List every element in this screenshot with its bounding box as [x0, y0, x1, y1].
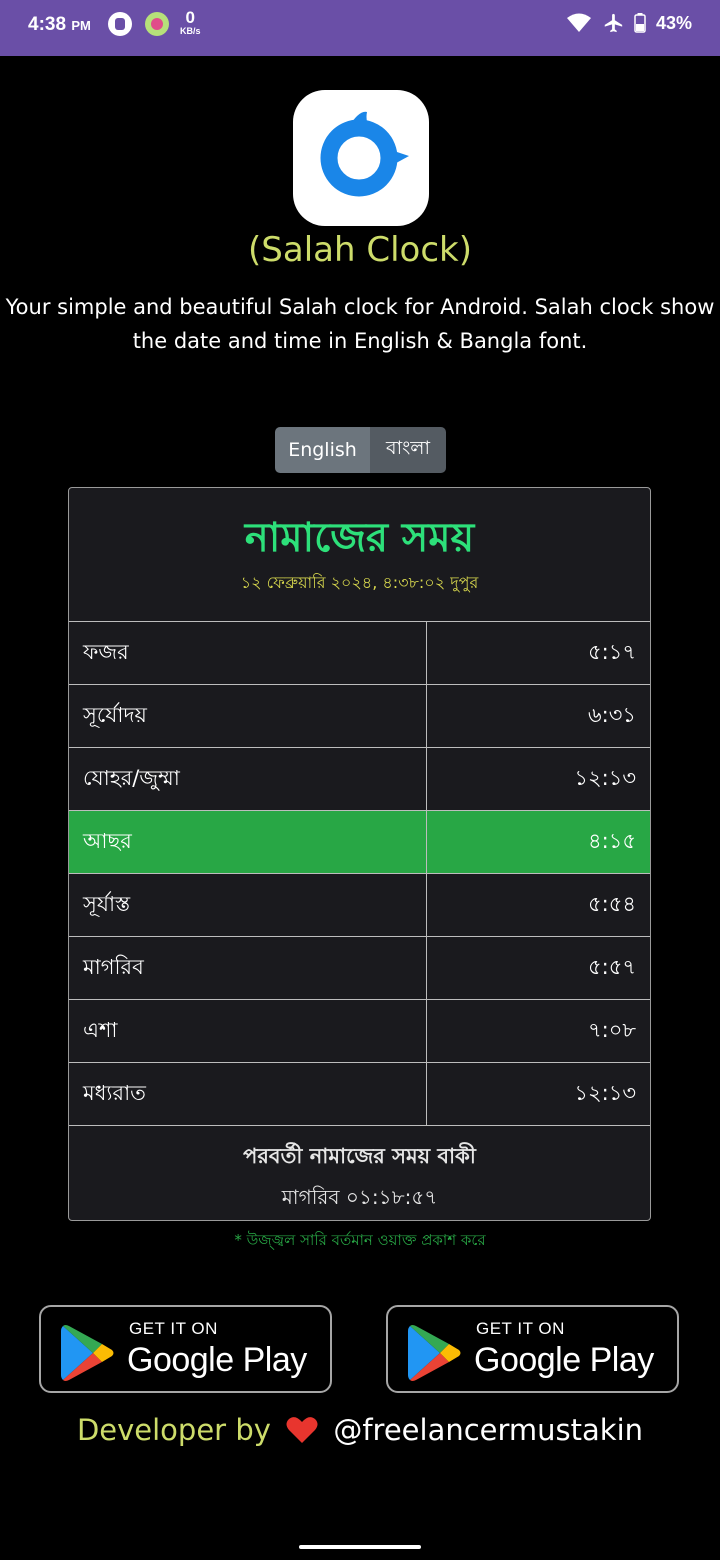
card-title: নামাজের সময়: [244, 515, 475, 561]
google-play-button[interactable]: GET IT ON Google Play: [386, 1305, 679, 1393]
prayer-time: ১২:১৩: [574, 1080, 636, 1105]
prayer-table: ফজর ৫:১৭ সূর্যোদয় ৬:৩১ যোহর/জুম্মা ১২:১…: [69, 621, 650, 1125]
status-right: 43%: [566, 12, 692, 34]
heart-icon: [286, 1417, 318, 1443]
prayer-row-maghrib: মাগরিব ৫:৫৭: [69, 936, 650, 999]
prayer-name: মধ্যরাত: [69, 1063, 427, 1125]
prayer-name: সূর্যোদয়: [69, 685, 427, 747]
compass-icon: [320, 111, 409, 197]
notification-badge-icon: [145, 12, 169, 36]
prayer-name: মাগরিব: [69, 937, 427, 999]
next-prayer-value: মাগরিব ০১:১৮:৫৭: [281, 1185, 438, 1209]
bangla-button[interactable]: বাংলা: [370, 427, 446, 473]
app-name: (Salah Clock): [248, 230, 472, 270]
prayer-time: ৪:১৫: [588, 828, 636, 853]
developer-prefix: Developer by: [76, 1413, 271, 1447]
prayer-times-card: নামাজের সময় ১২ ফেব্রুয়ারি ২০২৪, ৪:৩৮:০…: [68, 487, 651, 1221]
play-small-text: GET IT ON: [476, 1319, 565, 1338]
app-logo: [293, 90, 429, 226]
status-time-value: 4:38: [28, 14, 67, 35]
app-description: Your simple and beautiful Salah clock fo…: [5, 295, 715, 353]
battery-icon: [634, 13, 646, 33]
prayer-row-sunrise: সূর্যোদয় ৬:৩১: [69, 684, 650, 747]
network-speed: 0 KB/s: [180, 9, 201, 36]
airplane-icon: [604, 13, 623, 33]
network-speed-unit: KB/s: [180, 26, 201, 36]
language-toggle: English বাংলা: [275, 427, 446, 473]
google-play-icon: [61, 1325, 114, 1381]
prayer-name: আছর: [69, 811, 427, 873]
prayer-name: ফজর: [69, 622, 427, 684]
prayer-time: ৫:১৭: [588, 639, 636, 664]
prayer-time: ৭:০৮: [587, 1017, 636, 1042]
play-small-text: GET IT ON: [129, 1319, 218, 1338]
next-prayer-countdown: পরবর্তী নামাজের সময় বাকী মাগরিব ০১:১৮:৫…: [69, 1125, 650, 1220]
next-prayer-label: পরবর্তী নামাজের সময় বাকী: [243, 1144, 476, 1168]
prayer-row-midnight: মধ্যরাত ১২:১৩: [69, 1062, 650, 1125]
developer-credit: Developer by @freelancermustakin: [0, 1413, 720, 1447]
prayer-time: ৫:৫৭: [588, 954, 636, 979]
prayer-row-sunset: সূর্যাস্ত ৫:৫৪: [69, 873, 650, 936]
play-big-text: Google Play: [127, 1341, 307, 1379]
network-speed-value: 0: [185, 8, 195, 27]
status-bar: 4:38 PM 0 KB/s 43%: [0, 0, 720, 56]
prayer-time: ৫:৫৪: [588, 891, 636, 916]
prayer-row-asr: আছর ৪:১৫: [69, 810, 650, 873]
prayer-name: যোহর/জুম্মা: [69, 748, 427, 810]
play-big-text: Google Play: [474, 1341, 654, 1379]
english-button[interactable]: English: [275, 427, 370, 473]
prayer-name: সূর্যাস্ত: [69, 874, 427, 936]
status-ampm: PM: [71, 18, 91, 33]
prayer-time: ৬:৩১: [587, 702, 636, 727]
developer-handle-link[interactable]: @freelancermustakin: [333, 1413, 643, 1447]
prayer-row-fajr: ফজর ৫:১৭: [69, 621, 650, 684]
home-indicator[interactable]: [299, 1545, 421, 1549]
notification-app-icon: [108, 12, 132, 36]
prayer-name: এশা: [69, 1000, 427, 1062]
battery-percent: 43%: [655, 12, 692, 33]
prayer-row-isha: এশা ৭:০৮: [69, 999, 650, 1062]
prayer-row-dhuhr: যোহর/জুম্মা ১২:১৩: [69, 747, 650, 810]
current-datetime: ১২ ফেব্রুয়ারি ২০২৪, ৪:৩৮:০২ দুপুর: [240, 573, 479, 592]
google-play-icon: [408, 1325, 461, 1381]
wifi-icon: [566, 13, 591, 32]
highlight-footnote: * উজ্জ্বল সারি বর্তমান ওয়াক্ত প্রকাশ কর…: [234, 1231, 486, 1249]
prayer-time: ১২:১৩: [574, 765, 636, 790]
google-play-button[interactable]: GET IT ON Google Play: [39, 1305, 332, 1393]
status-time: 4:38 PM: [28, 14, 91, 36]
